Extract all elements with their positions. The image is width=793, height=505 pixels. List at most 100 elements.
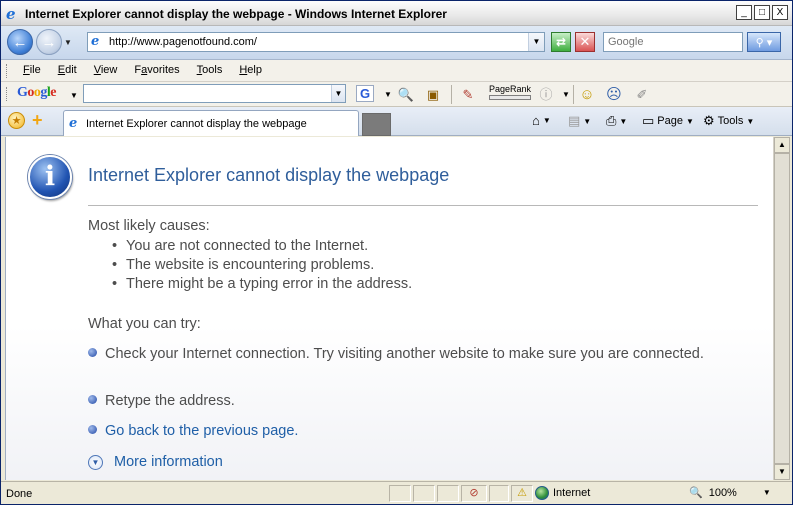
more-information-toggle[interactable]: ▼ More information	[88, 454, 223, 470]
address-dropdown-button[interactable]: ▼	[528, 33, 544, 51]
back-button[interactable]: ←	[7, 29, 33, 55]
stop-button[interactable]: ✕	[575, 32, 595, 52]
bullet-icon	[88, 348, 97, 357]
search-icon: ⚲ ▾	[755, 36, 773, 49]
tab-active[interactable]: e Internet Explorer cannot display the w…	[63, 110, 359, 136]
ie-logo-icon: e	[6, 5, 16, 23]
window-title: Internet Explorer cannot display the web…	[25, 7, 447, 21]
new-tab-button[interactable]	[362, 113, 391, 136]
search-site-icon[interactable]: 🔍	[397, 86, 415, 103]
try-item-check-connection: Check your Internet connection. Try visi…	[88, 346, 728, 363]
add-favorite-button[interactable]: +	[32, 111, 43, 129]
status-cell	[437, 485, 459, 502]
zoom-icon: 🔍	[689, 487, 703, 499]
chevron-down-icon: ▼	[746, 116, 755, 126]
status-cell	[389, 485, 411, 502]
search-button[interactable]: ⚲ ▾	[747, 32, 781, 52]
menu-favorites[interactable]: Favorites	[126, 64, 188, 76]
cause-item: There might be a typing error in the add…	[112, 275, 412, 294]
popup-warning-icon[interactable]: ⚠	[511, 485, 533, 502]
more-information-label: More information	[114, 454, 223, 470]
favorites-center-button[interactable]: ★	[8, 112, 25, 129]
toolbar-grip[interactable]	[6, 87, 9, 101]
blog-this-icon[interactable]: ✐	[633, 86, 651, 103]
minimize-button[interactable]: _	[736, 5, 752, 20]
chevron-down-icon: ▼	[583, 116, 592, 126]
address-field[interactable]: e http://www.pagenotfound.com/ ▼	[87, 32, 545, 52]
rss-feed-icon: ▤	[568, 113, 581, 128]
bullet-icon	[88, 395, 97, 404]
toolbar-separator	[451, 85, 452, 104]
causes-list: You are not connected to the Internet. T…	[112, 237, 412, 294]
google-search-dropdown-button[interactable]: ▼	[331, 85, 345, 102]
home-button[interactable]: ⌂ ▼	[532, 113, 551, 128]
try-title: What you can try:	[88, 316, 201, 332]
menu-help[interactable]: Help	[231, 64, 271, 76]
bullet-icon	[88, 425, 97, 434]
scroll-up-button[interactable]: ▲	[774, 137, 790, 153]
scroll-down-button[interactable]: ▼	[774, 464, 790, 480]
page-icon: ▭	[642, 113, 655, 128]
vote-happy-icon[interactable]: ☺	[578, 86, 596, 103]
plus-icon: +	[32, 110, 43, 130]
title-bar[interactable]: e Internet Explorer cannot display the w…	[1, 1, 792, 26]
arrow-right-icon: →	[41, 33, 57, 51]
gear-icon: ⚙	[703, 113, 715, 128]
toolbar-separator	[573, 85, 574, 104]
google-menu-dropdown-icon[interactable]: ▼	[70, 91, 78, 100]
chevron-down-icon: ▼	[88, 454, 103, 470]
menu-view[interactable]: View	[86, 64, 127, 76]
status-bar: Done ⊘ ⚠ Internet 🔍 100% ▼	[1, 481, 792, 504]
zoom-level: 100%	[708, 486, 737, 499]
print-button[interactable]: ⎙ ▼	[606, 113, 627, 129]
google-logo-button[interactable]: Google	[17, 85, 56, 101]
image-search-icon[interactable]: ▣	[424, 86, 442, 103]
menu-tools[interactable]: Tools	[189, 64, 232, 76]
arrow-left-icon: ←	[12, 33, 28, 51]
google-search-dropdown-icon[interactable]: ▼	[379, 86, 397, 103]
forward-button[interactable]: →	[36, 29, 62, 55]
popup-blocker-icon[interactable]: ✎	[459, 86, 477, 103]
cause-item: You are not connected to the Internet.	[112, 237, 412, 256]
go-back-link[interactable]: Go back to the previous page.	[105, 423, 298, 439]
try-item-go-back: Go back to the previous page.	[88, 423, 298, 440]
zone-label: Internet	[553, 487, 591, 499]
pagerank-bar	[489, 95, 531, 100]
search-box[interactable]	[603, 32, 743, 52]
security-zone[interactable]: Internet	[535, 486, 590, 500]
feeds-button[interactable]: ▤ ▼	[568, 113, 591, 129]
page-menu-button[interactable]: ▭ Page ▼	[642, 113, 694, 129]
recent-pages-dropdown-icon[interactable]: ▼	[64, 38, 72, 47]
vote-sad-icon[interactable]: ☹	[605, 86, 623, 103]
zoom-control[interactable]: 🔍 100% ▼	[689, 486, 771, 500]
globe-icon	[535, 486, 549, 500]
pagerank-indicator[interactable]: PageRank	[489, 84, 531, 100]
chevron-down-icon: ▼	[542, 116, 551, 125]
google-toolbar: Google ▼ ▼ G ▼ 🔍 ▣ ✎ PageRank ⓘ ▼ ☺ ☹ ✐	[1, 82, 792, 107]
status-cell	[413, 485, 435, 502]
menu-list: File Edit View Favorites Tools Help	[15, 64, 271, 76]
page-content: i Internet Explorer cannot display the w…	[5, 137, 773, 480]
refresh-button[interactable]: ⇄	[551, 32, 571, 52]
tools-menu-button[interactable]: ⚙ Tools ▼	[703, 113, 754, 129]
search-input[interactable]	[604, 33, 742, 51]
printer-icon: ⎙	[606, 113, 617, 128]
stop-icon: ✕	[579, 34, 591, 49]
info-icon[interactable]: ⓘ	[537, 86, 555, 103]
menu-bar: File Edit View Favorites Tools Help	[1, 60, 792, 82]
close-button[interactable]: X	[772, 5, 788, 20]
google-search-button-icon[interactable]: G	[356, 85, 374, 102]
privacy-report-icon[interactable]: ⊘	[461, 485, 487, 502]
address-url[interactable]: http://www.pagenotfound.com/	[109, 36, 257, 48]
tab-row: ★ + e Internet Explorer cannot display t…	[1, 107, 792, 136]
maximize-button[interactable]: □	[754, 5, 770, 20]
chevron-down-icon: ▼	[762, 488, 771, 497]
menu-edit[interactable]: Edit	[50, 64, 86, 76]
vertical-scrollbar[interactable]: ▲ ▼	[773, 137, 790, 480]
scroll-thumb[interactable]	[774, 153, 790, 464]
toolbar-grip[interactable]	[6, 64, 9, 78]
google-search-field[interactable]: ▼	[83, 84, 346, 103]
chevron-down-icon: ▼	[686, 116, 694, 126]
try-item-retype: Retype the address.	[88, 393, 235, 410]
menu-file[interactable]: File	[15, 64, 50, 76]
